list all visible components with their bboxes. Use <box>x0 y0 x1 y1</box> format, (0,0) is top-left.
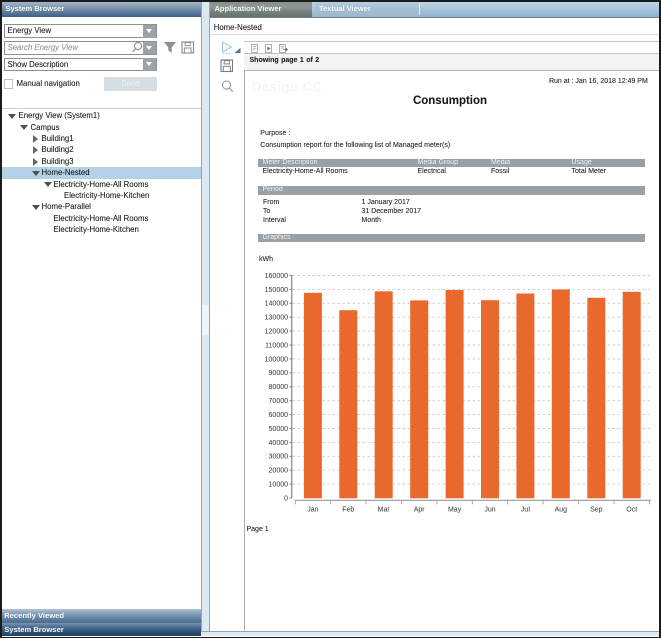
svg-text:60000: 60000 <box>269 412 289 419</box>
svg-text:May: May <box>448 507 462 514</box>
svg-text:140000: 140000 <box>265 301 288 308</box>
svg-text:40000: 40000 <box>269 440 289 447</box>
svg-text:150000: 150000 <box>265 287 288 294</box>
svg-text:90000: 90000 <box>269 370 289 377</box>
svg-text:0: 0 <box>284 495 288 502</box>
svg-text:20000: 20000 <box>269 468 289 475</box>
svg-text:130000: 130000 <box>265 315 288 322</box>
svg-text:160000: 160000 <box>265 273 288 280</box>
svg-text:100000: 100000 <box>265 356 288 363</box>
svg-text:Jul: Jul <box>521 507 530 514</box>
svg-text:Oct: Oct <box>626 507 637 514</box>
svg-text:Jun: Jun <box>484 507 495 514</box>
svg-text:Feb: Feb <box>342 507 354 514</box>
svg-text:50000: 50000 <box>269 426 289 433</box>
svg-text:70000: 70000 <box>269 398 289 405</box>
svg-text:120000: 120000 <box>265 329 288 336</box>
svg-text:Sep: Sep <box>590 507 603 514</box>
svg-text:Apr: Apr <box>414 507 426 514</box>
svg-text:110000: 110000 <box>265 342 288 349</box>
svg-text:10000: 10000 <box>269 482 289 489</box>
svg-text:80000: 80000 <box>269 384 289 391</box>
svg-text:Mar: Mar <box>378 507 391 514</box>
svg-text:30000: 30000 <box>269 454 289 461</box>
svg-text:Aug: Aug <box>555 507 568 514</box>
svg-text:Jan: Jan <box>307 507 318 514</box>
